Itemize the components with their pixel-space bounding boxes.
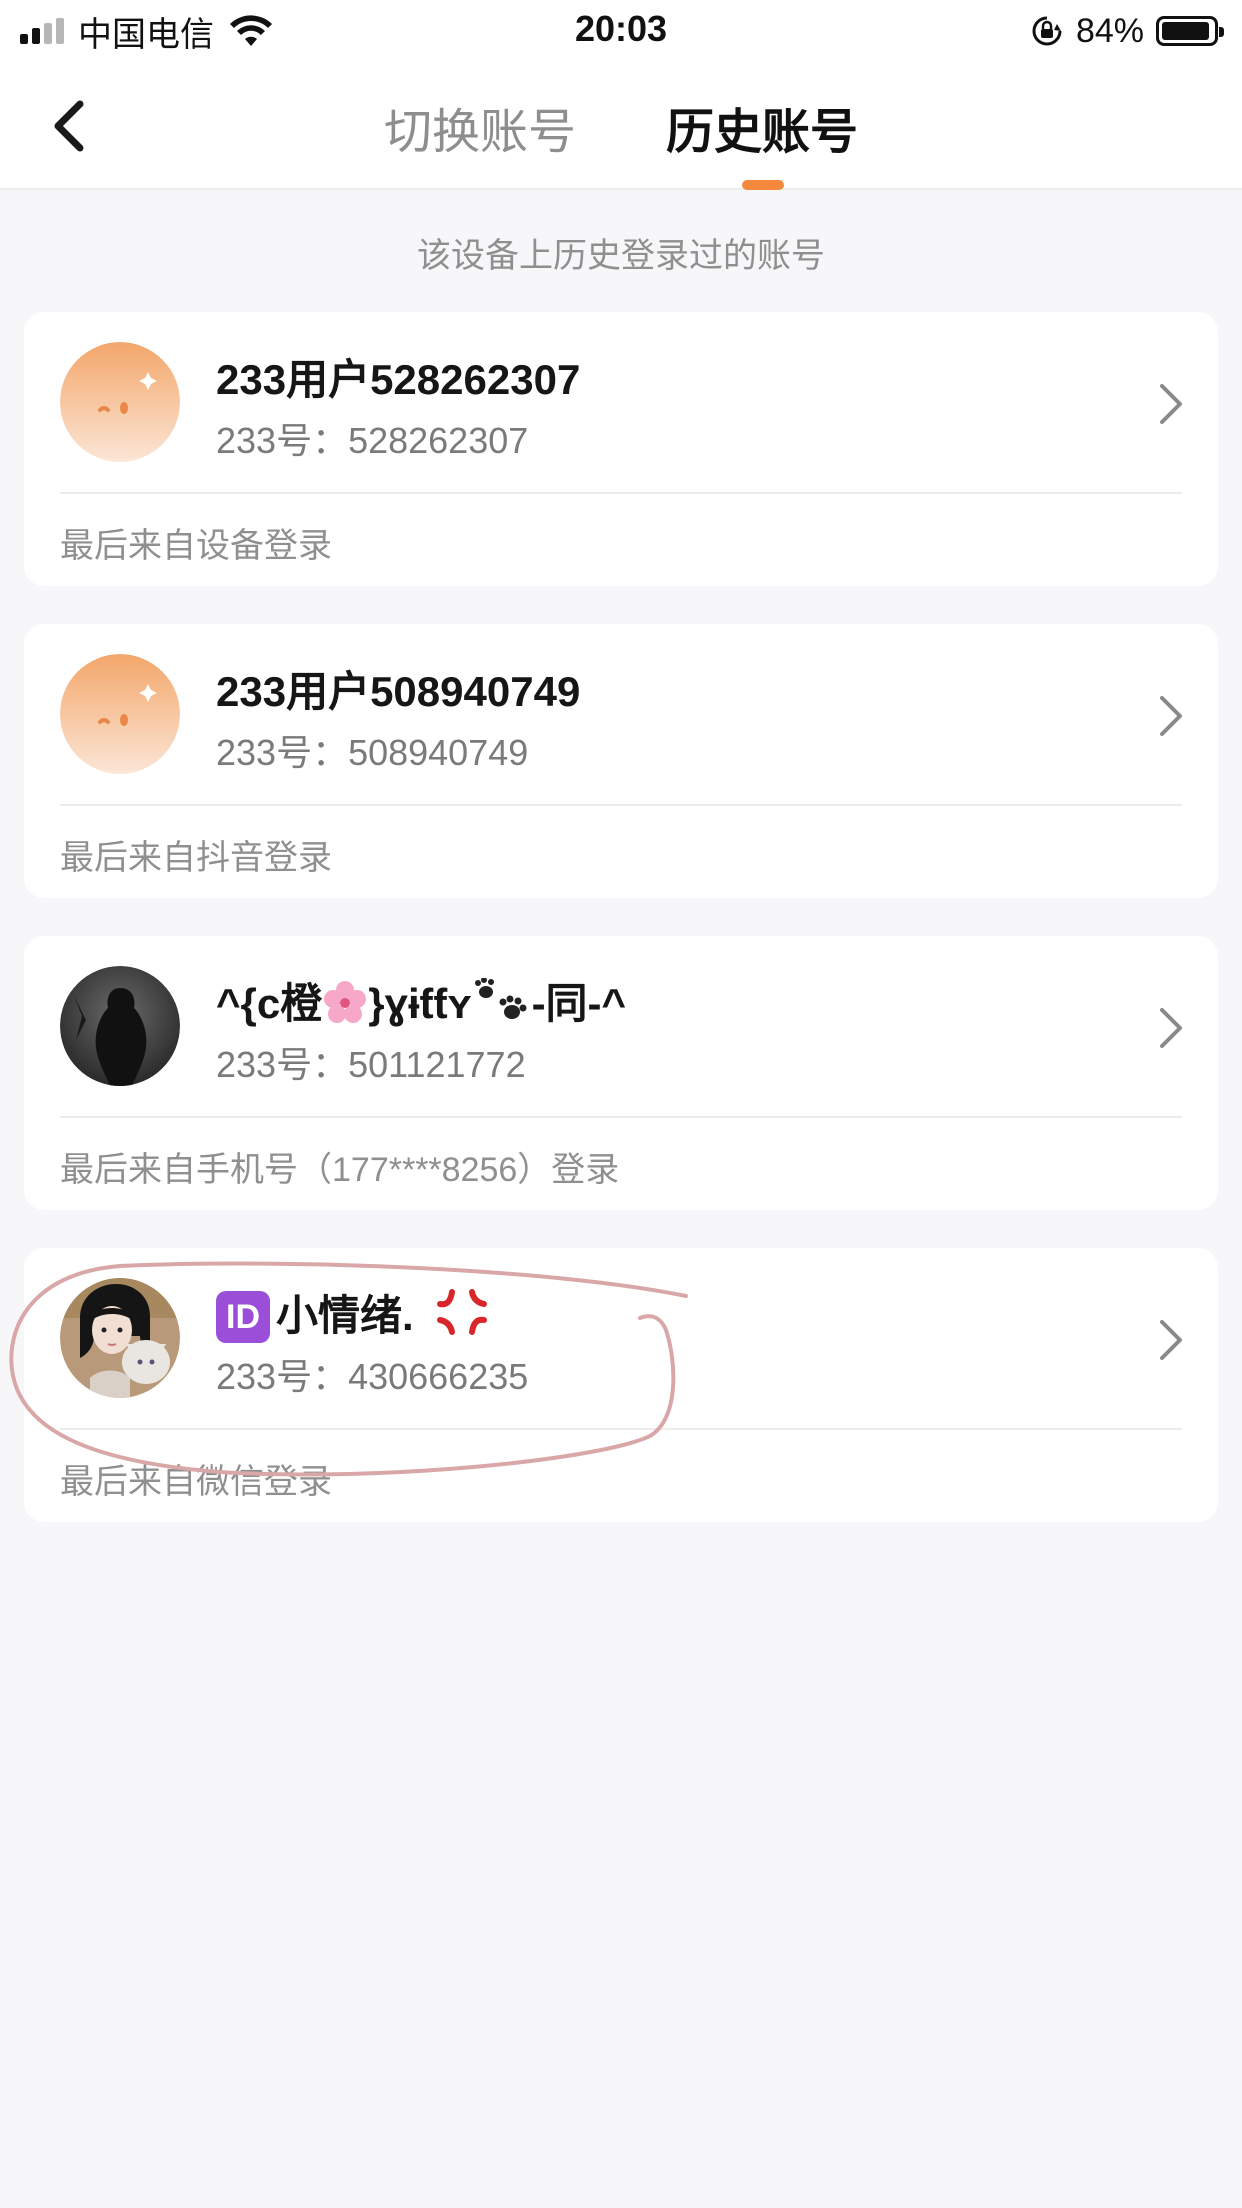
account-card[interactable]: ID 小情绪. 233号：430666235 最后来自微信登录 [24, 1248, 1218, 1522]
battery-percent: 84% [1075, 11, 1144, 50]
chevron-right-icon [1160, 696, 1182, 736]
login-source: 最后来自手机号（177****8256）登录 [60, 1151, 620, 1189]
divider [60, 1116, 1182, 1118]
active-tab-indicator [742, 180, 784, 190]
history-hint: 该设备上历史登录过的账号 [417, 237, 825, 275]
login-source: 最后来自微信登录 [60, 1463, 332, 1501]
avatar [60, 966, 180, 1086]
chevron-left-icon[interactable] [40, 94, 100, 158]
chevron-right-icon [1160, 1320, 1182, 1360]
account-id: 233号：501121772 [216, 1044, 526, 1085]
avatar [60, 342, 180, 462]
id-badge-icon: ID [216, 1291, 270, 1343]
divider [60, 804, 1182, 806]
account-card[interactable]: ^{c橙 }ɣɨƭƭʏ -同-^ 233号：501121772 最后来自手机号（… [24, 936, 1218, 1210]
battery-icon [1156, 16, 1224, 46]
divider [60, 1428, 1182, 1430]
rotation-lock-icon [1032, 16, 1062, 46]
account-name: 233用户528262307 [216, 356, 581, 403]
divider [60, 492, 1182, 494]
account-name: 233用户508940749 [216, 668, 581, 715]
cherry-blossom-icon [324, 981, 367, 1023]
tab-switch-account[interactable]: 切换账号 [384, 92, 576, 162]
login-source: 最后来自抖音登录 [60, 839, 332, 877]
account-id: 233号：430666235 [216, 1356, 529, 1397]
girl-with-cat-avatar-icon [60, 1278, 180, 1398]
login-source: 最后来自设备登录 [60, 527, 332, 565]
silhouette-avatar-icon [60, 966, 180, 1086]
paw-prints-icon [474, 978, 527, 1019]
chevron-right-icon [1160, 384, 1182, 424]
chevron-right-icon [1160, 1008, 1182, 1048]
account-name: ID 小情绪. [216, 1282, 490, 1343]
avatar [60, 1278, 180, 1398]
account-card[interactable]: 233用户528262307 233号：528262307 最后来自设备登录 [24, 312, 1218, 586]
orange-mascot-icon [60, 342, 180, 462]
nav-bar: 切换账号 历史账号 [0, 62, 1242, 190]
account-id: 233号：508940749 [216, 732, 529, 773]
account-id: 233号：528262307 [216, 420, 529, 461]
tab-history-account[interactable]: 历史账号 [666, 92, 858, 162]
status-right: 84% [1030, 10, 1224, 52]
account-card[interactable]: 233用户508940749 233号：508940749 最后来自抖音登录 [24, 624, 1218, 898]
orange-mascot-icon [60, 654, 180, 774]
anger-symbol-icon [436, 1289, 487, 1335]
status-bar: 中国电信 20:03 84% [0, 0, 1242, 62]
avatar [60, 654, 180, 774]
account-name: ^{c橙 }ɣɨƭƭʏ -同-^ [216, 970, 626, 1031]
